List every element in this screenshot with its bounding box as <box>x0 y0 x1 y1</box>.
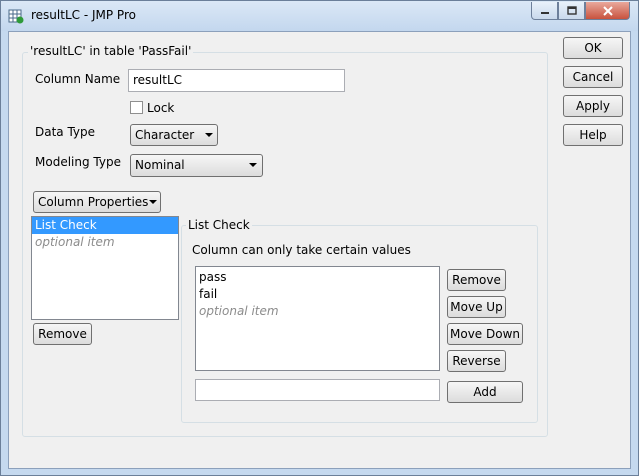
add-button[interactable]: Add <box>447 381 523 403</box>
properties-remove-button[interactable]: Remove <box>33 323 92 345</box>
modeling-type-label: Modeling Type <box>35 155 121 169</box>
lock-checkbox[interactable] <box>130 101 143 114</box>
chevron-down-icon <box>149 200 157 204</box>
ok-button[interactable]: OK <box>563 37 623 59</box>
column-name-field[interactable]: resultLC <box>128 69 345 92</box>
list-item[interactable]: pass <box>196 269 439 286</box>
data-type-dropdown[interactable]: Character <box>130 124 218 146</box>
dialog-window: resultLC - JMP Pro 'resultLC' in table '… <box>0 0 639 476</box>
new-value-input[interactable] <box>195 379 440 401</box>
data-type-value: Character <box>135 128 195 142</box>
close-icon <box>602 5 613 16</box>
lock-label: Lock <box>147 101 175 115</box>
list-check-description: Column can only take certain values <box>192 243 411 257</box>
group-title: 'resultLC' in table 'PassFail' <box>28 44 194 58</box>
column-properties-button[interactable]: Column Properties <box>33 191 161 213</box>
list-item[interactable]: optional item <box>32 234 178 251</box>
title-bar[interactable]: resultLC - JMP Pro <box>1 1 638 31</box>
list-check-title: List Check <box>186 218 252 232</box>
reverse-button[interactable]: Reverse <box>447 350 506 372</box>
list-remove-button[interactable]: Remove <box>447 269 506 291</box>
list-item[interactable]: fail <box>196 286 439 303</box>
cancel-button[interactable]: Cancel <box>563 66 623 88</box>
data-type-label: Data Type <box>35 125 96 139</box>
jmp-app-icon <box>8 9 24 24</box>
apply-button[interactable]: Apply <box>563 95 623 117</box>
minimize-button[interactable] <box>531 2 558 20</box>
list-check-values[interactable]: pass fail optional item <box>195 266 440 371</box>
close-button[interactable] <box>585 2 630 20</box>
dialog-body: 'resultLC' in table 'PassFail' Column Na… <box>8 31 631 469</box>
window-title: resultLC - JMP Pro <box>31 8 136 22</box>
chevron-down-icon <box>205 133 213 137</box>
column-properties-label: Column Properties <box>38 195 149 209</box>
move-up-button[interactable]: Move Up <box>447 296 506 318</box>
maximize-icon <box>566 6 577 15</box>
column-properties-list[interactable]: List Check optional item <box>31 216 179 320</box>
modeling-type-dropdown[interactable]: Nominal <box>130 154 263 177</box>
list-item[interactable]: List Check <box>32 217 178 234</box>
minimize-icon <box>540 11 549 14</box>
help-button[interactable]: Help <box>563 124 623 146</box>
chevron-down-icon <box>249 163 257 167</box>
modeling-type-value: Nominal <box>135 158 185 172</box>
maximize-button[interactable] <box>558 2 585 20</box>
list-item[interactable]: optional item <box>196 303 439 320</box>
move-down-button[interactable]: Move Down <box>447 323 523 345</box>
column-name-label: Column Name <box>35 72 121 86</box>
